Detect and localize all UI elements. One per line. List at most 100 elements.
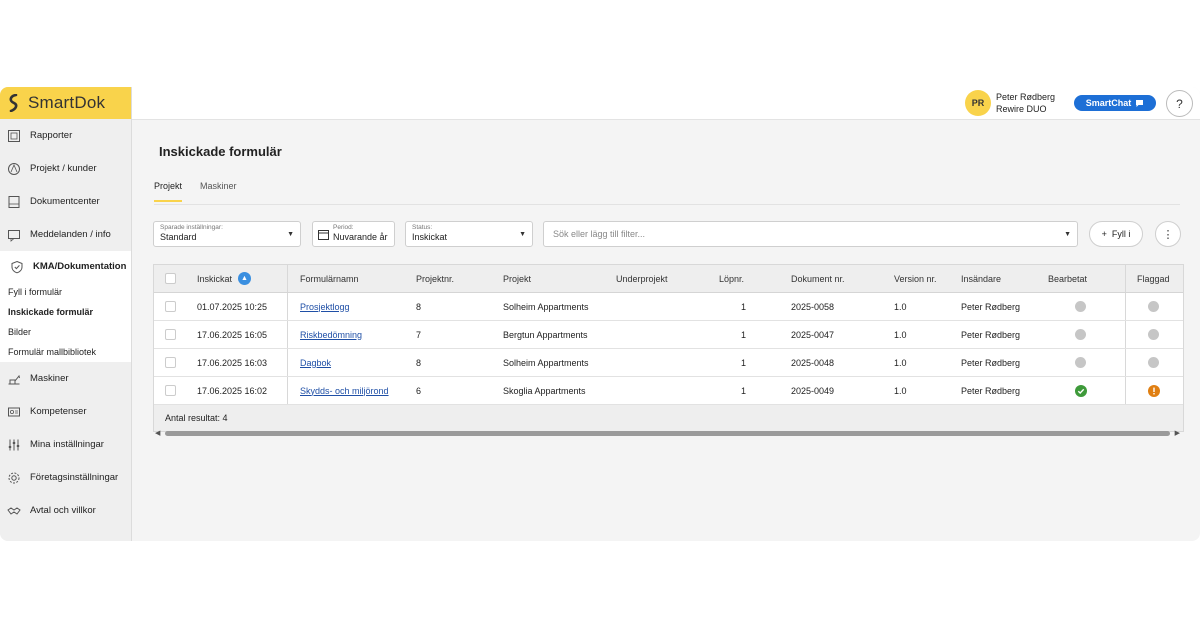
saved-settings-label: Sparade inställningar: bbox=[160, 224, 223, 231]
calendar-icon bbox=[318, 230, 329, 240]
form-link[interactable]: Riskbedömning bbox=[300, 330, 362, 340]
message-icon bbox=[8, 229, 20, 242]
submenu-item-mallbibliotek[interactable]: Formulär mallbibliotek bbox=[0, 342, 131, 362]
kma-submenu: Fyll i formulär Inskickade formulär Bild… bbox=[0, 282, 131, 362]
sidebar-item-meddelanden[interactable]: Meddelanden / info bbox=[0, 218, 131, 251]
submenu-item-fyll-i[interactable]: Fyll i formulär bbox=[0, 282, 131, 302]
sidebar-item-label: Kompetenser bbox=[30, 406, 87, 417]
sidebar-item-mina-installningar[interactable]: Mina inställningar bbox=[0, 428, 131, 461]
cell-projekt: Bergtun Appartments bbox=[503, 329, 588, 340]
column-header-insandare[interactable]: Insändare bbox=[961, 265, 1001, 292]
period-label: Period: bbox=[333, 224, 354, 231]
table-row[interactable]: 01.07.2025 10:25 Prosjektlogg 8 Solheim … bbox=[154, 293, 1183, 321]
tab-projekt[interactable]: Projekt bbox=[154, 181, 183, 202]
form-link[interactable]: Dagbok bbox=[300, 358, 331, 368]
sidebar-item-kompetenser[interactable]: Kompetenser bbox=[0, 395, 131, 428]
column-header-underprojekt[interactable]: Underprojekt bbox=[616, 265, 668, 292]
column-header-formularnamn[interactable]: Formulärnamn bbox=[287, 265, 359, 292]
sidebar-item-avtal[interactable]: Avtal och villkor bbox=[0, 494, 131, 527]
cell-version: 1.0 bbox=[894, 385, 907, 396]
cell-inskickat: 17.06.2025 16:03 bbox=[197, 357, 268, 368]
status-select[interactable]: Status: Inskickat ▼ bbox=[405, 221, 533, 247]
form-link[interactable]: Prosjektlogg bbox=[300, 302, 350, 312]
flag-gray-icon[interactable] bbox=[1125, 293, 1159, 320]
fill-in-button[interactable]: + Fyll i bbox=[1089, 221, 1143, 247]
sidebar-item-projekt[interactable]: Projekt / kunder bbox=[0, 152, 131, 185]
sidebar-item-kma[interactable]: KMA/Dokumentation bbox=[0, 251, 131, 282]
status-gray-icon bbox=[1075, 321, 1086, 348]
saved-settings-select[interactable]: Sparade inställningar: Standard ▼ bbox=[153, 221, 301, 247]
sidebar-item-dokumentcenter[interactable]: Dokumentcenter bbox=[0, 185, 131, 218]
status-value: Inskickat bbox=[412, 232, 448, 242]
cell-dokument: 2025-0047 bbox=[791, 329, 835, 340]
row-checkbox[interactable] bbox=[165, 349, 176, 376]
cell-insandare: Peter Rødberg bbox=[961, 329, 1021, 340]
scroll-left-icon[interactable]: ◀ bbox=[155, 429, 160, 437]
help-button[interactable]: ? bbox=[1166, 90, 1193, 117]
search-placeholder: Sök eller lägg till filter... bbox=[553, 229, 646, 239]
cell-projekt: Solheim Appartments bbox=[503, 301, 589, 312]
sidebar-item-rapporter[interactable]: Rapporter bbox=[0, 119, 131, 152]
cell-lopnr: 1 bbox=[741, 301, 747, 312]
search-input[interactable]: Sök eller lägg till filter... ▼ bbox=[543, 221, 1078, 247]
tab-divider bbox=[154, 204, 1180, 205]
sidebar-item-label: Meddelanden / info bbox=[30, 229, 111, 240]
sidebar-item-maskiner[interactable]: Maskiner bbox=[0, 362, 131, 395]
more-options-button[interactable]: ⋮ bbox=[1155, 221, 1181, 247]
sliders-icon bbox=[8, 439, 20, 450]
table-row[interactable]: 17.06.2025 16:05 Riskbedömning 7 Bergtun… bbox=[154, 321, 1183, 349]
chat-bubble-icon bbox=[1136, 99, 1144, 107]
top-bar: PR Peter Rødberg Rewire DUO SmartChat ? bbox=[132, 87, 1200, 120]
sidebar: SmartDok Rapporter Projekt / kunder Doku… bbox=[0, 87, 132, 541]
saved-settings-value: Standard bbox=[160, 232, 197, 242]
cell-formularnamn: Prosjektlogg bbox=[287, 293, 350, 320]
cell-dokument: 2025-0048 bbox=[791, 357, 835, 368]
submenu-item-inskickade[interactable]: Inskickade formulär bbox=[0, 302, 131, 322]
column-header-version[interactable]: Version nr. bbox=[894, 265, 937, 292]
table-row[interactable]: 17.06.2025 16:02 Skydds- och miljörond 6… bbox=[154, 377, 1183, 405]
column-header-inskickat[interactable]: Inskickat ▲ bbox=[197, 265, 252, 292]
table-row[interactable]: 17.06.2025 16:03 Dagbok 8 Solheim Appart… bbox=[154, 349, 1183, 377]
scrollbar-thumb[interactable] bbox=[165, 431, 1170, 436]
submenu-item-bilder[interactable]: Bilder bbox=[0, 322, 131, 342]
column-header-projektnr[interactable]: Projektnr. bbox=[416, 265, 454, 292]
user-info[interactable]: Peter Rødberg Rewire DUO bbox=[996, 91, 1055, 115]
row-checkbox[interactable] bbox=[165, 321, 176, 348]
cell-dokument: 2025-0058 bbox=[791, 301, 835, 312]
flag-alert-icon[interactable] bbox=[1125, 377, 1160, 404]
horizontal-scrollbar[interactable]: ◀ ▶ bbox=[153, 429, 1182, 437]
column-header-flaggad[interactable]: Flaggad bbox=[1125, 265, 1170, 292]
project-icon bbox=[8, 162, 20, 175]
tab-maskiner[interactable]: Maskiner bbox=[200, 181, 237, 202]
sort-ascending-icon[interactable]: ▲ bbox=[238, 272, 252, 285]
scroll-right-icon[interactable]: ▶ bbox=[1175, 429, 1180, 437]
brand[interactable]: SmartDok bbox=[0, 87, 131, 119]
table-header-row: Inskickat ▲ Formulärnamn Projektnr. Proj… bbox=[154, 265, 1183, 293]
row-checkbox[interactable] bbox=[165, 293, 176, 320]
flag-gray-icon[interactable] bbox=[1125, 321, 1159, 348]
company-name: Rewire DUO bbox=[996, 104, 1047, 114]
cell-formularnamn: Dagbok bbox=[287, 349, 331, 376]
column-header-lopnr[interactable]: Löpnr. bbox=[719, 265, 744, 292]
sidebar-item-label: Företagsinställningar bbox=[30, 472, 119, 483]
select-all-checkbox[interactable] bbox=[165, 265, 176, 292]
competence-icon bbox=[8, 407, 20, 416]
row-checkbox[interactable] bbox=[165, 377, 176, 404]
plus-icon: + bbox=[1101, 229, 1107, 239]
cell-projektnr: 6 bbox=[416, 385, 422, 396]
page-title: Inskickade formulär bbox=[159, 144, 282, 159]
cell-projektnr: 7 bbox=[416, 329, 422, 340]
sidebar-item-foretagsinstallningar[interactable]: Företagsinställningar bbox=[0, 461, 131, 494]
cell-version: 1.0 bbox=[894, 329, 907, 340]
column-header-dokument[interactable]: Dokument nr. bbox=[791, 265, 845, 292]
sidebar-item-label: Maskiner bbox=[30, 373, 69, 384]
period-select[interactable]: Period: Nuvarande år bbox=[312, 221, 395, 247]
column-header-bearbetat[interactable]: Bearbetat bbox=[1048, 265, 1087, 292]
column-header-projekt[interactable]: Projekt bbox=[503, 265, 531, 292]
smartchat-button[interactable]: SmartChat bbox=[1074, 95, 1156, 111]
caret-down-icon: ▼ bbox=[287, 231, 294, 238]
cell-projektnr: 8 bbox=[416, 357, 422, 368]
flag-gray-icon[interactable] bbox=[1125, 349, 1159, 376]
avatar[interactable]: PR bbox=[965, 90, 991, 116]
form-link[interactable]: Skydds- och miljörond bbox=[300, 386, 389, 396]
